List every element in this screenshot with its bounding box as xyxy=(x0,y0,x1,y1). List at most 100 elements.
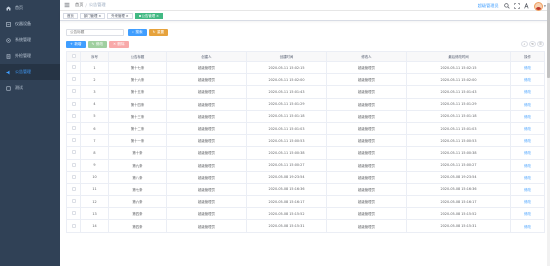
table-row[interactable]: 1 第十七条 超级管理员 2020-05-11 15:02:15 超级管理员 2020-0… xyxy=(66,60,545,75)
cell-modified: 2020-05-11 15:01:03 xyxy=(406,121,511,136)
table-row[interactable]: 11 第七条 超级管理员 2020-05-08 15:16:36 超级管理员 2020-0… xyxy=(66,182,545,197)
row-select-cell[interactable] xyxy=(66,207,81,221)
edit-link[interactable]: 修改 xyxy=(510,146,545,160)
edit-link[interactable]: 修改 xyxy=(510,219,545,233)
search-button[interactable]: ⌕ 搜索 xyxy=(128,28,147,36)
edit-button[interactable]: ✎ 修改 xyxy=(87,40,108,48)
row-select-cell[interactable] xyxy=(66,121,81,136)
edit-link[interactable]: 修改 xyxy=(510,170,545,184)
row-select-cell[interactable] xyxy=(66,85,81,99)
table-row[interactable]: 4 第十四条 超级管理员 2020-05-11 15:01:29 超级管理员 2020-0… xyxy=(66,97,545,111)
breadcrumb-home[interactable]: 首页 xyxy=(75,2,83,8)
table-row[interactable]: 6 第十二条 超级管理员 2020-05-11 15:01:03 超级管理员 2020-0… xyxy=(66,121,545,136)
table-row[interactable]: 3 第十五条 超级管理员 2020-05-11 15:01:43 超级管理员 2020-0… xyxy=(66,85,545,99)
edit-link[interactable]: 修改 xyxy=(510,109,545,123)
row-checkbox[interactable] xyxy=(71,211,76,216)
row-checkbox[interactable] xyxy=(71,150,76,155)
row-checkbox[interactable] xyxy=(71,186,76,191)
sidebar-item-system[interactable]: 系统管理 xyxy=(0,32,60,48)
caret-down-icon[interactable]: ▼ xyxy=(544,4,546,8)
row-select-cell[interactable] xyxy=(66,219,81,233)
edit-link[interactable]: 修改 xyxy=(510,134,545,148)
sidebar-item-test[interactable]: 测试 xyxy=(0,80,60,96)
fullscreen-icon[interactable] xyxy=(513,3,520,9)
close-icon[interactable]: × xyxy=(126,14,129,18)
table-row[interactable]: 7 第十一条 超级管理员 2020-05-11 15:00:53 超级管理员 2020-0… xyxy=(66,134,545,148)
hamburger-icon[interactable] xyxy=(64,2,70,8)
edit-link[interactable]: 修改 xyxy=(510,195,545,209)
table-row[interactable]: 9 第九条 超级管理员 2020-05-11 15:00:27 超级管理员 2020-05… xyxy=(66,158,545,172)
columns-icon[interactable]: ☰ xyxy=(537,41,544,47)
row-checkbox[interactable] xyxy=(71,126,76,131)
row-checkbox[interactable] xyxy=(71,65,76,70)
row-checkbox[interactable] xyxy=(71,162,76,167)
breadcrumb-separator: / xyxy=(85,2,87,8)
cell-modifier: 超级管理员 xyxy=(326,97,407,111)
cell-created: 2020-05-08 15:15:31 xyxy=(246,219,327,233)
tag-notice[interactable]: 公告管理× xyxy=(134,12,163,19)
cell-modifier: 超级管理员 xyxy=(326,195,407,209)
sidebar-item-label: 公告管理 xyxy=(15,69,31,74)
row-checkbox[interactable] xyxy=(71,89,76,94)
row-checkbox[interactable] xyxy=(71,113,76,118)
search-icon[interactable] xyxy=(503,3,510,9)
edit-link[interactable]: 修改 xyxy=(510,121,545,136)
row-select-cell[interactable] xyxy=(66,134,81,148)
toggle-search-icon[interactable]: ⌕ xyxy=(521,41,528,47)
tag-dept[interactable]: 部门管理× xyxy=(79,12,106,19)
notice-title-input[interactable] xyxy=(66,28,124,36)
cell-no: 12 xyxy=(80,195,109,209)
delete-button[interactable]: ✕ 删除 xyxy=(109,40,129,48)
refresh-icon[interactable]: ↻ xyxy=(529,41,536,47)
edit-link[interactable]: 修改 xyxy=(510,73,545,87)
row-select-cell[interactable] xyxy=(66,195,81,209)
row-select-cell[interactable] xyxy=(66,73,81,87)
sidebar-item-home[interactable]: 首页 xyxy=(0,0,60,16)
row-checkbox[interactable] xyxy=(71,223,76,228)
close-icon[interactable]: × xyxy=(156,14,159,18)
select-all-cell[interactable] xyxy=(66,51,81,62)
reset-button[interactable]: ↻ 重置 xyxy=(148,28,169,36)
cell-title: 第四条 xyxy=(108,207,167,221)
row-checkbox[interactable] xyxy=(71,174,76,179)
tag-external[interactable]: 外来管理× xyxy=(107,12,133,19)
edit-link[interactable]: 修改 xyxy=(510,60,545,75)
edit-link[interactable]: 修改 xyxy=(510,207,545,221)
font-size-icon[interactable] xyxy=(523,3,530,9)
row-select-cell[interactable] xyxy=(66,97,81,111)
row-select-cell[interactable] xyxy=(66,182,81,197)
add-button[interactable]: + 新增 xyxy=(66,40,86,48)
row-checkbox[interactable] xyxy=(71,199,76,204)
sidebar-item-notice[interactable]: 公告管理 xyxy=(0,64,60,80)
edit-link[interactable]: 修改 xyxy=(510,85,545,99)
table-header: 序号 公告标题 创建人 创建时间 修改人 最后修改时间 操作 xyxy=(66,51,545,62)
edit-link[interactable]: 修改 xyxy=(510,97,545,111)
tag-home[interactable]: 首页 xyxy=(63,12,78,19)
table-row[interactable]: 13 第四条 超级管理员 2020-05-08 15:15:52 超级管理员 2020-0… xyxy=(66,207,545,221)
edit-button-label: 修改 xyxy=(95,41,104,46)
row-select-cell[interactable] xyxy=(66,146,81,160)
edit-link[interactable]: 修改 xyxy=(510,182,545,197)
sidebar: 首页 仪器设备 系统管理 外检管理 公告管理 测试 xyxy=(0,0,60,266)
table-row[interactable]: 14 第四条 超级管理员 2020-05-08 15:15:31 超级管理员 2020-0… xyxy=(66,219,545,233)
row-select-cell[interactable] xyxy=(66,60,81,75)
table-row[interactable]: 8 第十条 超级管理员 2020-05-11 15:00:38 超级管理员 2020-05… xyxy=(66,146,545,160)
cell-title: 第十二条 xyxy=(108,121,167,136)
sidebar-item-instruments[interactable]: 仪器设备 xyxy=(0,16,60,32)
table-row[interactable]: 5 第十三条 超级管理员 2020-05-11 15:01:18 超级管理员 2020-0… xyxy=(66,109,545,123)
row-select-cell[interactable] xyxy=(66,109,81,123)
row-checkbox[interactable] xyxy=(71,138,76,143)
row-checkbox[interactable] xyxy=(71,101,76,106)
sidebar-item-inspection[interactable]: 外检管理 xyxy=(0,48,60,64)
close-icon[interactable]: × xyxy=(98,14,101,18)
avatar[interactable] xyxy=(533,1,543,11)
table-row[interactable]: 2 第十六条 超级管理员 2020-05-11 15:02:00 超级管理员 2020-0… xyxy=(66,73,545,87)
table-row[interactable]: 12 第六条 超级管理员 2020-05-08 15:16:17 超级管理员 2020-0… xyxy=(66,195,545,209)
cell-creator: 超级管理员 xyxy=(166,170,247,184)
row-checkbox[interactable] xyxy=(71,77,76,82)
select-all-checkbox[interactable] xyxy=(71,54,76,58)
table-row[interactable]: 10 第八条 超级管理员 2020-05-08 19:23:54 超级管理员 2020-0… xyxy=(66,170,545,184)
edit-link[interactable]: 修改 xyxy=(510,158,545,172)
row-select-cell[interactable] xyxy=(66,158,81,172)
row-select-cell[interactable] xyxy=(66,170,81,184)
